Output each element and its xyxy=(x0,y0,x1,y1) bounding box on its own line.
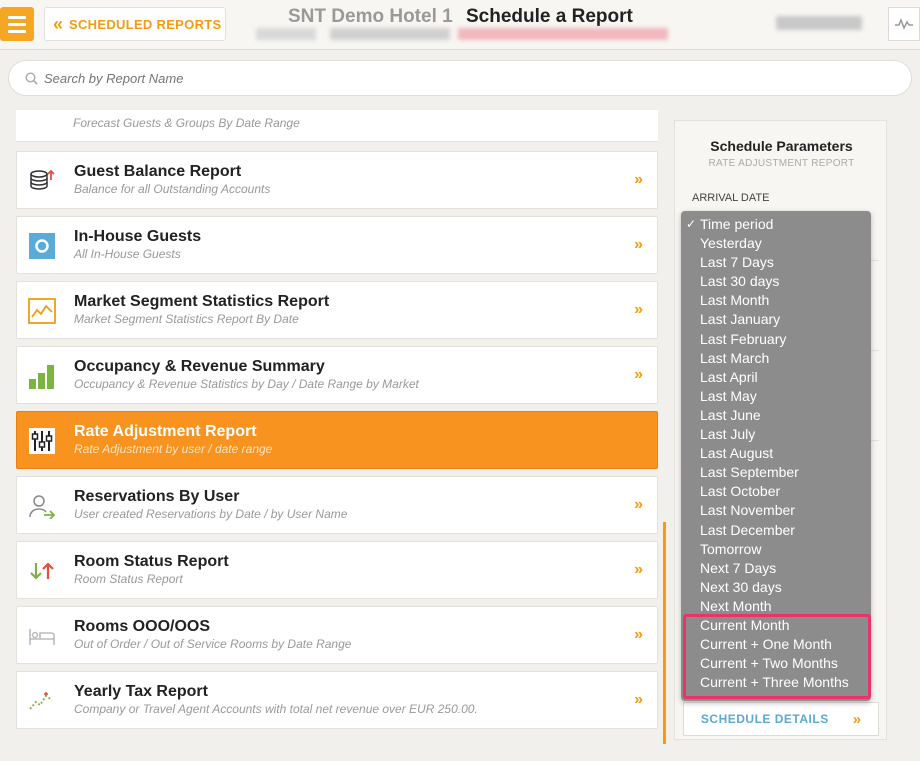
chevron-right-icon: » xyxy=(634,561,643,578)
report-desc: User created Reservations by Date / by U… xyxy=(74,507,348,521)
top-bar: « SCHEDULED REPORTS SNT Demo Hotel 1 Sch… xyxy=(0,0,920,50)
redacted-info xyxy=(458,28,668,40)
report-name: In-House Guests xyxy=(74,228,202,245)
panel-subtitle: RATE ADJUSTMENT REPORT xyxy=(708,158,855,169)
hotel-name: SNT Demo Hotel 1 xyxy=(288,6,453,27)
report-item-room-status[interactable]: Room Status Report Room Status Report » xyxy=(16,541,658,599)
report-name: Yearly Tax Report xyxy=(74,683,208,700)
chevron-right-icon: » xyxy=(634,236,643,253)
page-title: Schedule a Report xyxy=(466,6,633,27)
report-item-rooms-ooo-oos[interactable]: Rooms OOO/OOS Out of Order / Out of Serv… xyxy=(16,606,658,664)
report-desc: Forecast Guests & Groups By Date Range xyxy=(73,116,300,130)
report-list[interactable]: Forecast Guests & Groups By Date Range G… xyxy=(16,110,658,730)
redacted-info xyxy=(256,28,316,40)
redacted-info xyxy=(330,28,450,40)
dropdown-option[interactable]: Last March xyxy=(681,349,871,368)
line-chart-icon xyxy=(28,297,56,325)
trend-icon xyxy=(28,687,56,715)
chevron-right-icon: » xyxy=(634,691,643,708)
chevron-right-icon: » xyxy=(852,710,862,728)
report-desc: Company or Travel Agent Accounts with to… xyxy=(74,702,478,716)
activity-icon xyxy=(895,18,913,30)
report-name: Rooms OOO/OOS xyxy=(74,618,211,635)
search-icon xyxy=(25,71,38,85)
chevron-right-icon: » xyxy=(634,366,643,383)
dropdown-option[interactable]: Yesterday xyxy=(681,234,871,253)
back-button-label: SCHEDULED REPORTS xyxy=(69,16,222,32)
report-search-bar[interactable] xyxy=(8,60,912,96)
checkmark-icon: ✓ xyxy=(686,217,697,231)
bar-chart-icon xyxy=(28,362,56,390)
schedule-details-button[interactable]: SCHEDULE DETAILS » xyxy=(683,702,879,736)
report-name: Room Status Report xyxy=(74,553,229,570)
report-name: Reservations By User xyxy=(74,488,240,505)
report-item-rate-adjustment[interactable]: Rate Adjustment Report Rate Adjustment b… xyxy=(16,411,658,469)
chevron-right-icon: » xyxy=(634,496,643,513)
hamburger-icon xyxy=(8,15,26,19)
dropdown-option[interactable]: Last November xyxy=(681,501,871,520)
arrival-date-label: ARRIVAL DATE xyxy=(692,192,770,204)
report-desc: Occupancy & Revenue Statistics by Day / … xyxy=(74,377,419,391)
dropdown-option[interactable]: Last Month xyxy=(681,291,871,310)
up-down-arrows-icon xyxy=(28,557,56,585)
dropdown-option[interactable]: Last August xyxy=(681,444,871,463)
report-item-yearly-tax[interactable]: Yearly Tax Report Company or Travel Agen… xyxy=(16,671,658,729)
schedule-details-label: SCHEDULE DETAILS xyxy=(700,712,829,726)
redacted-user xyxy=(776,16,862,30)
bed-icon xyxy=(28,622,56,650)
report-name: Market Segment Statistics Report xyxy=(74,293,330,310)
dropdown-option[interactable]: Last September xyxy=(681,463,871,482)
dropdown-option[interactable]: Next 7 Days xyxy=(681,559,871,578)
report-desc: All In-House Guests xyxy=(74,247,181,261)
chevron-right-icon: » xyxy=(634,171,643,188)
panel-title: Schedule Parameters xyxy=(710,138,853,154)
dropdown-option[interactable]: Last May xyxy=(681,387,871,406)
coins-icon xyxy=(28,167,56,195)
in-house-icon xyxy=(28,232,56,260)
report-desc: Balance for all Outstanding Accounts xyxy=(74,182,271,196)
dropdown-option[interactable]: Last April xyxy=(681,368,871,387)
dropdown-option[interactable]: Last October xyxy=(681,482,871,501)
report-desc: Market Segment Statistics Report By Date xyxy=(74,312,299,326)
dropdown-option[interactable]: Last January xyxy=(681,310,871,329)
double-chevron-left-icon: « xyxy=(53,14,63,34)
report-item-in-house-guests[interactable]: In-House Guests All In-House Guests » xyxy=(16,216,658,274)
report-item-guest-balance[interactable]: Guest Balance Report Balance for all Out… xyxy=(16,151,658,209)
chevron-right-icon: » xyxy=(634,626,643,643)
dropdown-option[interactable]: Next 30 days xyxy=(681,578,871,597)
dropdown-option[interactable]: Last 7 Days xyxy=(681,253,871,272)
dropdown-option[interactable]: Last July xyxy=(681,425,871,444)
dropdown-option[interactable]: Last 30 days xyxy=(681,272,871,291)
hamburger-menu-button[interactable] xyxy=(0,7,34,41)
report-desc: Out of Order / Out of Service Rooms by D… xyxy=(74,637,352,651)
user-arrow-icon xyxy=(28,492,56,520)
sliders-icon xyxy=(28,427,56,455)
scrollbar[interactable] xyxy=(663,522,666,744)
report-name: Occupancy & Revenue Summary xyxy=(74,358,325,375)
report-name: Guest Balance Report xyxy=(74,163,242,180)
dropdown-option[interactable]: Last December xyxy=(681,521,871,540)
report-desc: Room Status Report xyxy=(74,572,183,586)
dropdown-option[interactable]: Last June xyxy=(681,406,871,425)
dropdown-option[interactable]: Last February xyxy=(681,330,871,349)
highlight-box xyxy=(683,614,871,699)
activity-graph-button[interactable] xyxy=(888,7,920,41)
report-item-occupancy-revenue[interactable]: Occupancy & Revenue Summary Occupancy & … xyxy=(16,346,658,404)
chevron-right-icon: » xyxy=(634,301,643,318)
report-name: Rate Adjustment Report xyxy=(74,423,257,440)
dropdown-option[interactable]: ✓ Time period xyxy=(681,215,871,234)
report-desc: Rate Adjustment by user / date range xyxy=(74,442,273,456)
search-input[interactable] xyxy=(44,70,644,86)
report-item-market-segment[interactable]: Market Segment Statistics Report Market … xyxy=(16,281,658,339)
report-list-item-partial[interactable]: Forecast Guests & Groups By Date Range xyxy=(16,110,658,142)
dropdown-option[interactable]: Tomorrow xyxy=(681,540,871,559)
back-to-scheduled-reports-button[interactable]: « SCHEDULED REPORTS xyxy=(44,7,226,41)
report-item-reservations-by-user[interactable]: Reservations By User User created Reserv… xyxy=(16,476,658,534)
